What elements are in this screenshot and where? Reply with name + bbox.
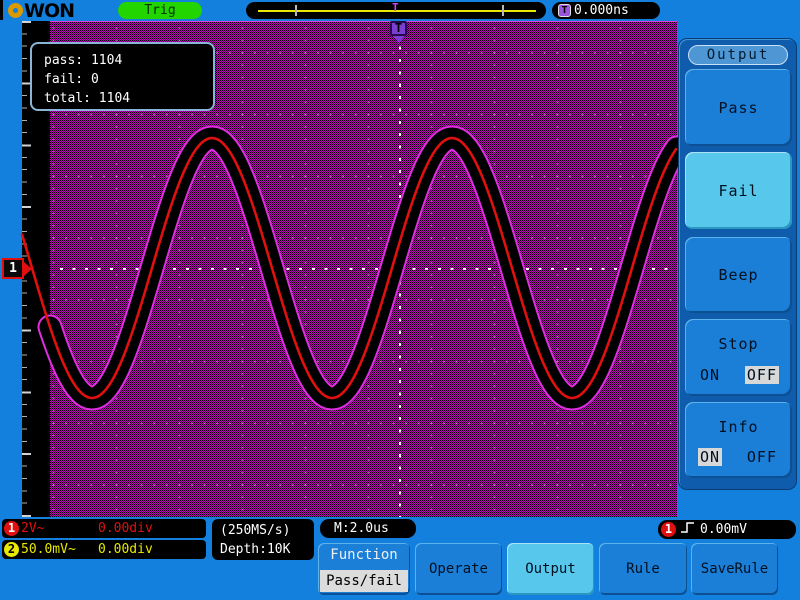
- trigger-t-icon: T: [558, 4, 571, 17]
- trigger-source-badge: 1: [661, 522, 676, 537]
- timebase-readout: M:2.0us: [320, 519, 416, 538]
- info-on-option[interactable]: ON: [698, 448, 722, 466]
- pass-button-label: Pass: [685, 99, 792, 117]
- trigger-position-t-icon: T: [390, 21, 407, 36]
- ch2-badge: 2: [4, 542, 19, 557]
- record-position-bar: T: [246, 2, 546, 19]
- output-menu-label: Output: [507, 561, 594, 577]
- record-position-tick-left: [295, 5, 297, 16]
- info-off-option[interactable]: OFF: [745, 448, 779, 466]
- output-menu-button[interactable]: Output: [507, 543, 594, 595]
- function-menu-value: Pass/fail: [320, 570, 408, 592]
- info-button-label: Info: [685, 418, 792, 436]
- saverule-menu-label: SaveRule: [691, 561, 778, 577]
- screen-left-edge: [0, 0, 3, 20]
- trigger-time-value: 0.000ns: [574, 3, 629, 18]
- ch1-status-readout: 1 2V~ 0.00div: [2, 519, 206, 538]
- owon-logo-ring-icon: [8, 3, 23, 18]
- ch1-scale: 2V~: [21, 521, 44, 536]
- bottom-status-bar: 1 2V~ 0.00div 2 50.0mV~ 0.00div (250MS/s…: [0, 517, 800, 600]
- trigger-position-pointer-icon: [393, 36, 405, 43]
- stop-button-label: Stop: [685, 335, 792, 353]
- pass-count-line: pass: 1104: [44, 51, 213, 70]
- trigger-time-readout: T 0.000ns: [552, 2, 660, 19]
- ch1-offset: 0.00div: [98, 521, 153, 536]
- trigger-status-badge: Trig: [118, 2, 202, 19]
- info-toggle-button[interactable]: Info ON OFF: [685, 402, 792, 478]
- menu-title: Output: [688, 45, 788, 65]
- total-count-line: total: 1104: [44, 89, 213, 108]
- saverule-menu-button[interactable]: SaveRule: [691, 543, 778, 595]
- top-status-bar: WON Trig T T 0.000ns: [0, 0, 800, 21]
- rule-menu-label: Rule: [599, 561, 687, 577]
- acquisition-readout: (250MS/s) Depth:10K: [212, 519, 314, 560]
- stop-on-option[interactable]: ON: [698, 366, 722, 384]
- pass-fail-info-box: pass: 1104 fail: 0 total: 1104: [30, 42, 215, 111]
- fail-count-line: fail: 0: [44, 70, 213, 89]
- ch2-status-readout: 2 50.0mV~ 0.00div: [2, 540, 206, 559]
- stop-off-option[interactable]: OFF: [745, 366, 779, 384]
- ch2-scale: 50.0mV~: [21, 542, 76, 557]
- output-menu-panel: Output Pass Fail Beep Stop ON OFF Info O…: [678, 38, 797, 490]
- fail-button-label: Fail: [685, 182, 792, 200]
- record-position-tick-right: [502, 5, 504, 16]
- beep-button[interactable]: Beep: [685, 237, 792, 313]
- pass-button[interactable]: Pass: [685, 69, 792, 146]
- graticule-center-horizontal-line: [22, 268, 677, 270]
- rule-menu-button[interactable]: Rule: [599, 543, 687, 595]
- record-depth: Depth:10K: [220, 540, 314, 559]
- owon-logo: WON: [8, 1, 74, 20]
- owon-logo-text: WON: [24, 0, 74, 22]
- operate-menu-button[interactable]: Operate: [415, 543, 502, 595]
- ch2-offset: 0.00div: [98, 542, 153, 557]
- trigger-position-marker[interactable]: T: [390, 21, 407, 43]
- record-trigger-t-marker: T: [392, 2, 399, 13]
- trigger-level-readout: 1 0.00mV: [658, 520, 796, 539]
- trigger-level-value: 0.00mV: [700, 522, 747, 537]
- beep-button-label: Beep: [685, 266, 792, 284]
- ch1-marker-label: 1: [2, 258, 24, 279]
- sample-rate: (250MS/s): [220, 521, 314, 540]
- fail-button[interactable]: Fail: [685, 152, 792, 229]
- ch1-zero-level-marker[interactable]: 1: [2, 258, 32, 279]
- graticule-center-vertical-line: [399, 22, 401, 517]
- function-menu-label: Function: [318, 547, 410, 563]
- ch1-marker-arrow-icon: [24, 262, 32, 276]
- function-menu-button[interactable]: Function Pass/fail: [318, 543, 410, 595]
- stop-toggle-button[interactable]: Stop ON OFF: [685, 319, 792, 396]
- ch1-badge: 1: [4, 521, 19, 536]
- rising-edge-icon: [680, 520, 696, 539]
- operate-menu-label: Operate: [415, 561, 502, 577]
